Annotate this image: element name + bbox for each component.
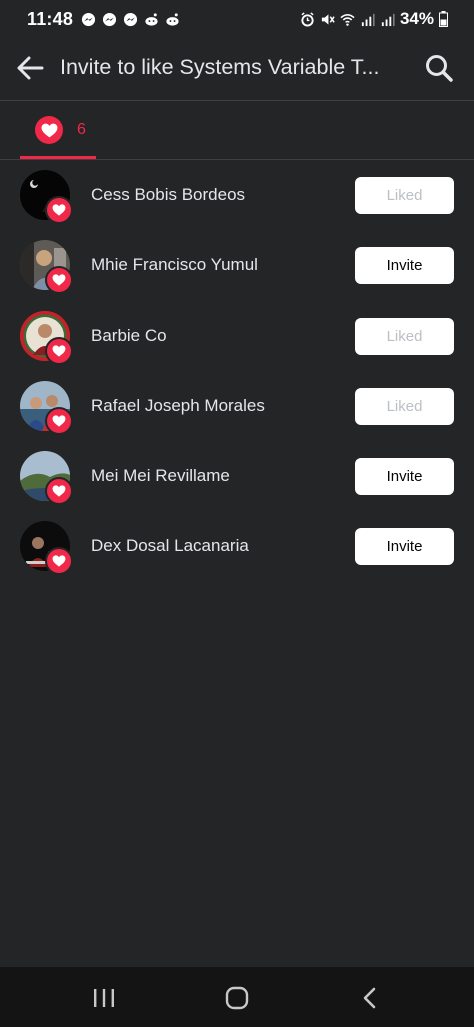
- screen: 11:48 34% Invite to like Systems Variabl…: [0, 0, 474, 1027]
- list-item: Dex Dosal Lacanaria Invite: [0, 511, 474, 581]
- people-list: Cess Bobis Bordeos Liked Mhie Francisco …: [0, 160, 474, 582]
- home-icon[interactable]: [225, 986, 249, 1010]
- list-item: Barbie Co Liked: [0, 301, 474, 371]
- status-time: 11:48: [27, 8, 74, 29]
- messenger-icon: [81, 12, 96, 26]
- back-arrow-icon[interactable]: [14, 52, 46, 84]
- person-name[interactable]: Mhie Francisco Yumul: [91, 255, 258, 275]
- signal-icon: [381, 13, 395, 26]
- tab-love-reactions[interactable]: 6: [20, 101, 96, 159]
- battery-icon: [439, 11, 448, 27]
- heart-icon: [45, 196, 73, 224]
- signal-icon: [361, 13, 375, 26]
- list-item: Rafael Joseph Morales Liked: [0, 371, 474, 441]
- messenger-icon: [102, 12, 117, 26]
- person-name[interactable]: Cess Bobis Bordeos: [91, 185, 245, 205]
- system-nav-bar: [0, 967, 474, 1027]
- heart-icon: [45, 266, 73, 295]
- alarm-icon: [301, 11, 314, 27]
- reaction-tabs: 6: [0, 101, 474, 159]
- messenger-icon: [123, 12, 138, 26]
- reddit-icon: [166, 12, 179, 26]
- search-icon[interactable]: [424, 53, 454, 83]
- invite-button[interactable]: Invite: [355, 247, 454, 285]
- list-item: Cess Bobis Bordeos Liked: [0, 160, 474, 230]
- heart-icon: [45, 477, 73, 506]
- app-header: Invite to like Systems Variable T...: [0, 38, 474, 100]
- liked-button: Liked: [355, 317, 454, 355]
- heart-icon: [45, 547, 73, 576]
- back-icon[interactable]: [360, 986, 380, 1010]
- list-item: Mei Mei Revillame Invite: [0, 441, 474, 511]
- person-name[interactable]: Mei Mei Revillame: [91, 466, 230, 486]
- tab-count: 6: [77, 121, 86, 138]
- liked-button: Liked: [355, 387, 454, 425]
- invite-button[interactable]: Invite: [355, 528, 454, 566]
- person-name[interactable]: Barbie Co: [91, 326, 167, 346]
- mute-icon: [321, 13, 335, 25]
- status-bar: 11:48 34%: [0, 0, 474, 38]
- status-bar-right: 34%: [300, 9, 448, 29]
- list-item: Mhie Francisco Yumul Invite: [0, 230, 474, 300]
- invite-button[interactable]: Invite: [355, 458, 454, 496]
- page-title: Invite to like Systems Variable T...: [60, 55, 380, 79]
- wifi-icon: [340, 13, 355, 26]
- person-name[interactable]: Rafael Joseph Morales: [91, 396, 265, 416]
- person-name[interactable]: Dex Dosal Lacanaria: [91, 536, 249, 556]
- recent-apps-icon[interactable]: [92, 987, 116, 1009]
- heart-icon: [45, 336, 73, 365]
- heart-icon: [45, 406, 73, 435]
- battery-percentage: 34%: [399, 9, 434, 28]
- status-bar-left: 11:48: [27, 9, 180, 30]
- liked-button: Liked: [355, 177, 454, 214]
- reddit-icon: [145, 12, 158, 26]
- heart-icon: [35, 116, 63, 144]
